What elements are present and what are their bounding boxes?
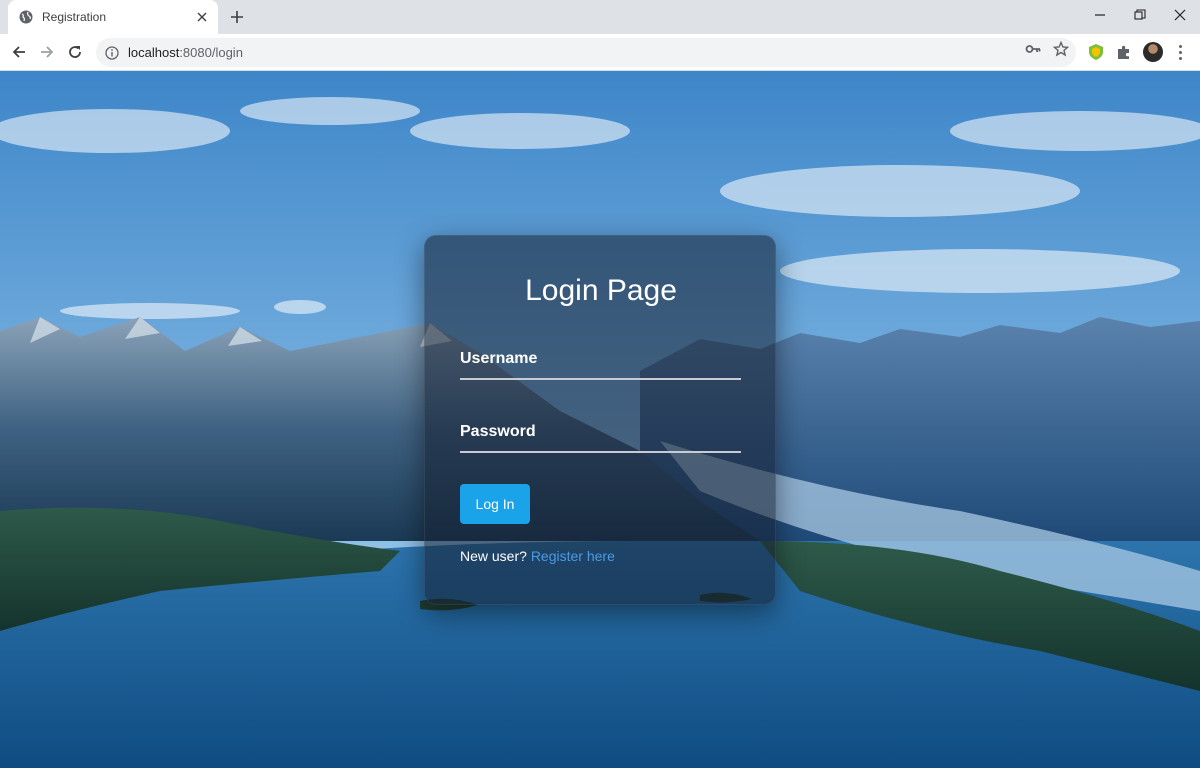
avatar[interactable] <box>1143 42 1163 62</box>
register-link[interactable]: Register here <box>531 548 615 564</box>
key-icon[interactable] <box>1024 40 1042 58</box>
puzzle-icon[interactable] <box>1114 42 1134 62</box>
tab-strip: Registration <box>0 0 1200 34</box>
back-arrow-icon[interactable] <box>7 40 31 64</box>
url-text: localhost:8080/login <box>128 45 243 60</box>
new-user-text: New user? <box>460 548 527 564</box>
menu-dots-icon[interactable] <box>1172 42 1188 62</box>
new-user-prompt: New user? Register here <box>460 548 615 564</box>
star-icon[interactable] <box>1052 40 1070 58</box>
plus-icon[interactable] <box>228 8 246 26</box>
username-field[interactable] <box>460 358 741 380</box>
browser-toolbar: localhost:8080/login <box>0 34 1200 71</box>
login-button[interactable]: Log In <box>460 484 530 524</box>
info-icon[interactable] <box>104 45 120 61</box>
globe-icon <box>18 9 34 25</box>
window-close-icon[interactable] <box>1160 0 1200 30</box>
page-title: Login Page <box>525 274 677 307</box>
browser-tab[interactable]: Registration <box>8 0 218 34</box>
minimize-icon[interactable] <box>1080 0 1120 30</box>
tab-title: Registration <box>42 10 107 24</box>
url-path: :8080/login <box>179 45 243 60</box>
close-icon[interactable] <box>194 9 210 25</box>
forward-arrow-icon[interactable] <box>35 40 59 64</box>
login-card: Login Page Username Password Log In New … <box>424 235 776 605</box>
restore-icon[interactable] <box>1120 0 1160 30</box>
shield-extension-icon[interactable] <box>1086 42 1106 62</box>
password-field[interactable] <box>460 431 741 453</box>
page-viewport: Login Page Username Password Log In New … <box>0 71 1200 768</box>
address-bar[interactable]: localhost:8080/login <box>96 38 1076 67</box>
reload-icon[interactable] <box>63 40 87 64</box>
url-host: localhost <box>128 45 180 60</box>
